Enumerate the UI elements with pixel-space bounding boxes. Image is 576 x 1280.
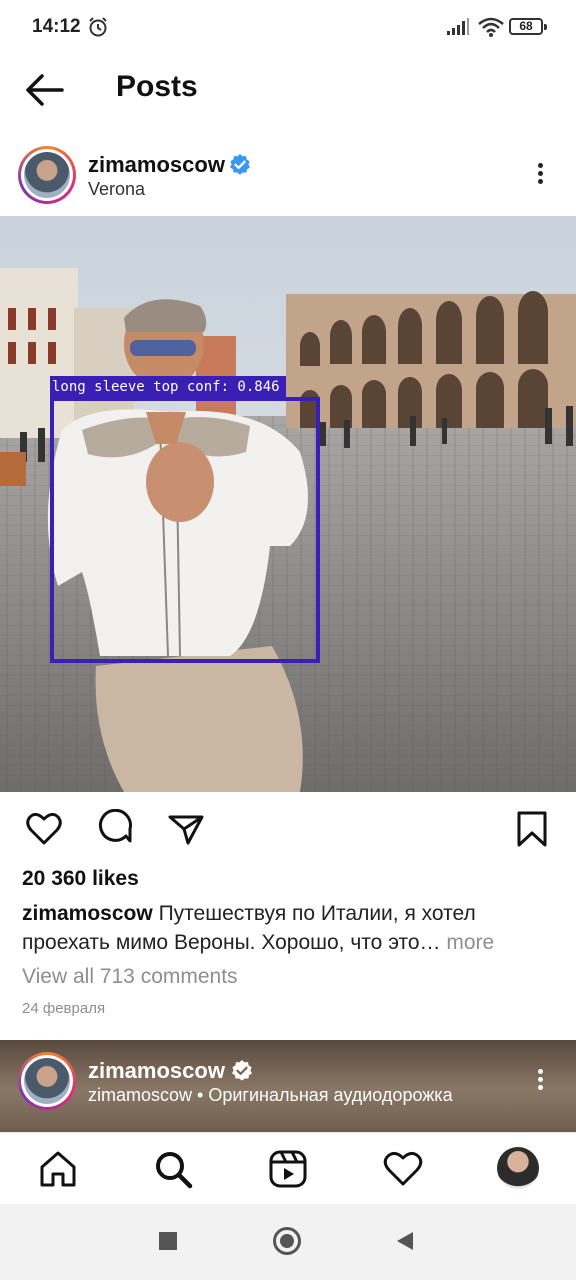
page-title: Posts — [116, 70, 198, 103]
bottom-nav — [0, 1132, 576, 1205]
comment-icon[interactable] — [96, 809, 136, 849]
caption-more-link[interactable]: more — [446, 931, 494, 954]
verified-badge-icon — [232, 1060, 252, 1081]
next-post-avatar[interactable] — [18, 1052, 76, 1110]
detection-label: long sleeve top conf: 0.846 — [50, 376, 286, 399]
like-heart-icon[interactable] — [24, 809, 64, 849]
back-triangle-icon[interactable] — [395, 1230, 415, 1252]
signal-icon — [447, 18, 469, 35]
share-icon[interactable] — [166, 809, 206, 849]
verified-badge-icon — [230, 154, 250, 175]
caption-username[interactable]: zimamoscow — [22, 902, 153, 925]
recents-square-icon[interactable] — [159, 1232, 177, 1250]
post-username[interactable]: zimamoscow — [88, 152, 225, 178]
bookmark-icon[interactable] — [512, 809, 552, 849]
activity-heart-icon[interactable] — [381, 1147, 425, 1191]
next-post-audio[interactable]: zimamoscow • Оригинальная аудиодорожка — [88, 1085, 453, 1106]
next-post-username[interactable]: zimamoscow — [88, 1058, 225, 1084]
home-icon[interactable] — [36, 1147, 80, 1191]
post-avatar[interactable] — [18, 146, 76, 204]
view-comments-link[interactable]: View all 713 comments — [22, 965, 238, 989]
avatar-image — [24, 1058, 70, 1104]
post-date: 24 февраля — [22, 1000, 106, 1017]
next-post-header[interactable]: zimamoscow zimamoscow • Оригинальная ауд… — [0, 1040, 576, 1132]
system-nav-bar — [0, 1204, 576, 1280]
next-post-options-icon[interactable] — [528, 1066, 552, 1096]
back-arrow-icon[interactable] — [24, 72, 64, 108]
post-options-icon[interactable] — [528, 160, 552, 190]
reels-icon[interactable] — [266, 1147, 310, 1191]
detection-box — [50, 397, 320, 663]
battery-indicator: 68 — [509, 18, 547, 35]
likes-count[interactable]: 20 360 likes — [22, 867, 139, 891]
status-bar: 14:12 68 — [0, 0, 576, 56]
status-time: 14:12 — [32, 16, 81, 37]
alarm-icon — [89, 17, 107, 37]
post-location[interactable]: Verona — [88, 179, 145, 200]
post-caption: zimamoscow Путешествуя по Италии, я хоте… — [22, 899, 552, 957]
search-icon[interactable] — [151, 1147, 195, 1191]
avatar-image — [24, 152, 70, 198]
profile-avatar[interactable] — [497, 1147, 539, 1189]
wifi-icon — [478, 17, 504, 37]
home-circle-icon[interactable] — [273, 1227, 301, 1255]
